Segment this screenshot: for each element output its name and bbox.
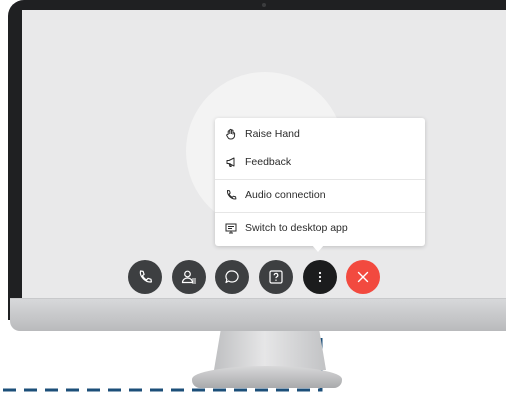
more-options-menu: Raise Hand Feedback Audio connection Swi…: [215, 118, 425, 246]
monitor-chin: [10, 298, 506, 331]
chat-button[interactable]: [215, 260, 249, 294]
menu-item-label: Feedback: [245, 156, 292, 168]
phone-icon: [139, 270, 152, 283]
menu-divider: [215, 179, 425, 180]
camera-dot: [262, 3, 266, 7]
phone-icon: [225, 189, 237, 201]
desktop-app-icon: [225, 222, 237, 234]
menu-divider: [215, 212, 425, 213]
menu-item-feedback[interactable]: Feedback: [215, 151, 425, 173]
leave-meeting-button[interactable]: [346, 260, 380, 294]
raise-hand-icon: [225, 128, 237, 140]
more-dots-icon: [318, 271, 322, 283]
monitor-stand-neck: [214, 330, 326, 370]
menu-item-label: Audio connection: [245, 189, 326, 201]
menu-item-raise-hand[interactable]: Raise Hand: [215, 123, 425, 145]
illustration: Raise Hand Feedback Audio connection Swi…: [0, 0, 506, 396]
help-button[interactable]: [259, 260, 293, 294]
menu-item-audio-connection[interactable]: Audio connection: [215, 184, 425, 206]
chat-bubble-icon: [225, 270, 239, 284]
participants-button[interactable]: [172, 260, 206, 294]
menu-pointer: [312, 245, 324, 252]
menu-item-label: Switch to desktop app: [245, 222, 348, 234]
help-icon: [269, 270, 283, 284]
menu-item-switch-desktop-app[interactable]: Switch to desktop app: [215, 217, 425, 239]
more-options-button[interactable]: [303, 260, 337, 294]
megaphone-icon: [225, 156, 237, 168]
monitor-stand-base: [192, 366, 342, 388]
close-icon: [357, 271, 369, 283]
audio-button[interactable]: [128, 260, 162, 294]
menu-item-label: Raise Hand: [245, 128, 300, 140]
participants-icon: [181, 270, 196, 284]
